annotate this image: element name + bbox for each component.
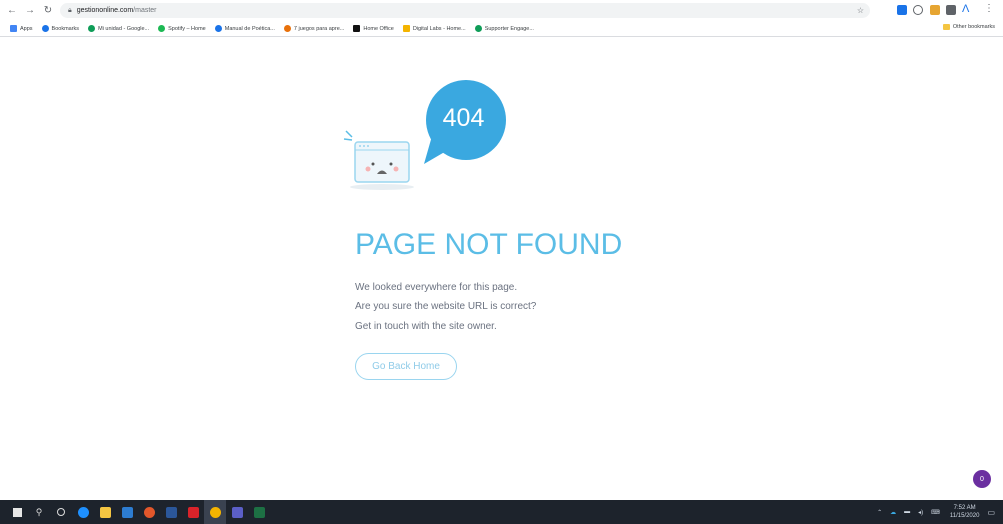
bookmark-item[interactable]: Apps	[10, 25, 33, 32]
message-line: Are you sure the website URL is correct?	[355, 301, 537, 312]
spotify-icon	[158, 25, 166, 32]
forward-arrow-icon[interactable]: →	[23, 4, 37, 18]
reload-icon[interactable]: ↻	[41, 4, 55, 18]
clock-date: 11/15/2020	[949, 513, 980, 519]
volume-icon[interactable]: ◂)	[918, 509, 923, 516]
globe-icon	[214, 25, 222, 32]
acrobat-icon[interactable]	[182, 500, 204, 524]
media-icon[interactable]	[138, 500, 160, 524]
bookmark-star-icon[interactable]: ☆	[857, 6, 864, 15]
windows-start-icon[interactable]	[6, 500, 28, 524]
edge-icon[interactable]	[72, 500, 94, 524]
clock-time: 7:52 AM	[953, 505, 976, 511]
bookmark-label: Mi unidad - Google...	[98, 25, 150, 32]
grid-logo-icon	[402, 25, 410, 32]
bookmark-label: Manual de Poética...	[224, 25, 275, 32]
extension-icon[interactable]	[930, 5, 940, 15]
url-path: /master	[133, 7, 157, 14]
keyboard-icon[interactable]: ⌨	[931, 509, 940, 516]
puzzle-icon[interactable]	[946, 5, 956, 15]
bookmark-item[interactable]: Supporter Engage...	[474, 25, 534, 32]
address-bar[interactable]: 🔒︎ gestiononline.com/master ☆	[60, 3, 870, 18]
search-icon[interactable]: ⚲	[28, 500, 50, 524]
chrome-icon[interactable]	[204, 500, 226, 524]
system-tray: ⌃ ☁ ▬ ◂) ⌨ 7:52 AM 11/15/2020 ▭	[877, 500, 1003, 524]
browser-toolbar: ← → ↻ 🔒︎ gestiononline.com/master ☆ Λ ⋮	[0, 0, 1003, 21]
notifications-icon[interactable]: ▭	[987, 508, 995, 517]
other-bookmarks-label: Other bookmarks	[952, 24, 995, 30]
apps-grid-icon	[10, 25, 17, 32]
store-icon[interactable]	[116, 500, 138, 524]
onedrive-icon[interactable]: ☁	[890, 509, 896, 516]
windows-taskbar: ⚲	[0, 500, 1003, 524]
engage-logo-icon	[474, 25, 482, 32]
bookmark-label: Home Office	[363, 25, 394, 32]
bookmark-item[interactable]: Digital Labs - Home...	[402, 25, 466, 32]
f-logo-icon	[353, 25, 361, 32]
file-explorer-icon[interactable]	[94, 500, 116, 524]
bookmark-item[interactable]: Mi unidad - Google...	[88, 25, 149, 32]
other-bookmarks[interactable]: Other bookmarks	[942, 24, 995, 30]
teams-icon[interactable]	[226, 500, 248, 524]
bookmark-item[interactable]: 7 juegos para apre...	[283, 25, 345, 32]
drive-icon	[88, 25, 96, 32]
bookmark-item[interactable]: Bookmarks	[41, 25, 80, 32]
message-line: Get in touch with the site owner.	[355, 321, 497, 332]
bookmark-item[interactable]: Home Office	[353, 25, 394, 32]
extension-icon[interactable]	[913, 5, 923, 15]
message-line: We looked everywhere for this page.	[355, 282, 518, 293]
excel-icon[interactable]	[248, 500, 270, 524]
task-view-icon[interactable]	[50, 500, 72, 524]
person-icon	[283, 25, 291, 32]
bookmark-label: Digital Labs - Home...	[412, 25, 466, 32]
bookmark-label: Apps	[20, 25, 33, 32]
clock[interactable]: 7:52 AM 11/15/2020	[950, 504, 980, 520]
profile-icon[interactable]: Λ	[962, 3, 969, 15]
chevron-up-icon[interactable]: ⌃	[877, 509, 882, 516]
network-icon[interactable]: ▬	[904, 509, 910, 515]
star-icon	[41, 25, 49, 32]
word-icon[interactable]	[160, 500, 182, 524]
bookmark-label: Spotify – Home	[168, 25, 206, 32]
bookmark-label: Supporter Engage...	[484, 25, 534, 32]
bookmarks-bar: Apps Bookmarks Mi unidad - Google... Spo…	[0, 21, 1003, 37]
url-text: gestiononline.com/master	[77, 7, 157, 14]
go-back-home-button[interactable]: Go Back Home	[355, 353, 457, 380]
bookmark-item[interactable]: Manual de Poética...	[214, 25, 275, 32]
folder-icon	[942, 24, 950, 30]
error-code: 404	[442, 104, 485, 132]
url-host: gestiononline.com	[76, 7, 134, 14]
page-title: PAGE NOT FOUND	[355, 228, 623, 261]
back-arrow-icon[interactable]: ←	[5, 4, 19, 18]
chat-widget-button[interactable]: 0	[973, 470, 991, 488]
bookmark-label: 7 juegos para apre...	[293, 25, 345, 32]
extension-icon[interactable]	[897, 5, 907, 15]
bookmark-label: Bookmarks	[51, 25, 80, 32]
lock-icon: 🔒︎	[68, 6, 72, 14]
bookmark-item[interactable]: Spotify – Home	[158, 25, 206, 32]
menu-icon[interactable]: ⋮	[984, 3, 994, 14]
